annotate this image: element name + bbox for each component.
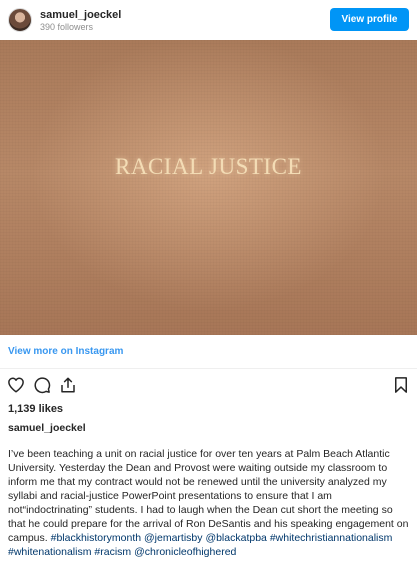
action-bar (0, 376, 417, 398)
caption-text: I’ve been teaching a unit on racial just… (8, 447, 410, 559)
hashtag-link[interactable]: #whitenationalism (8, 546, 91, 558)
hashtag-link[interactable]: #blackhistorymonth (51, 532, 141, 544)
like-count[interactable]: 1,139 likes (8, 403, 63, 415)
share-icon[interactable] (59, 376, 77, 394)
hashtag-link[interactable]: #racism (94, 546, 131, 558)
view-profile-button[interactable]: View profile (330, 8, 409, 31)
post-image[interactable]: RACIAL JUSTICE (0, 40, 417, 335)
instagram-embed: samuel_joeckel 390 followers View profil… (0, 0, 417, 579)
divider (0, 368, 417, 369)
view-more-link[interactable]: View more on Instagram (8, 346, 123, 357)
bookmark-icon[interactable] (392, 376, 410, 394)
comment-icon[interactable] (33, 376, 51, 394)
post-header: samuel_joeckel 390 followers View profil… (0, 0, 417, 40)
heart-icon[interactable] (7, 376, 25, 394)
username[interactable]: samuel_joeckel (40, 9, 121, 21)
caption-body: I’ve been teaching a unit on racial just… (8, 448, 409, 544)
avatar[interactable] (8, 8, 32, 32)
post-image-text: RACIAL JUSTICE (115, 154, 302, 179)
mention-link[interactable]: @chronicleofhighered (134, 546, 236, 558)
mention-link[interactable]: @jemartisby (144, 532, 203, 544)
mention-link[interactable]: @blackatpba (205, 532, 266, 544)
caption-username[interactable]: samuel_joeckel (8, 422, 86, 434)
hashtag-link[interactable]: #whitechristiannationalism (270, 532, 393, 544)
follower-count: 390 followers (40, 22, 94, 32)
